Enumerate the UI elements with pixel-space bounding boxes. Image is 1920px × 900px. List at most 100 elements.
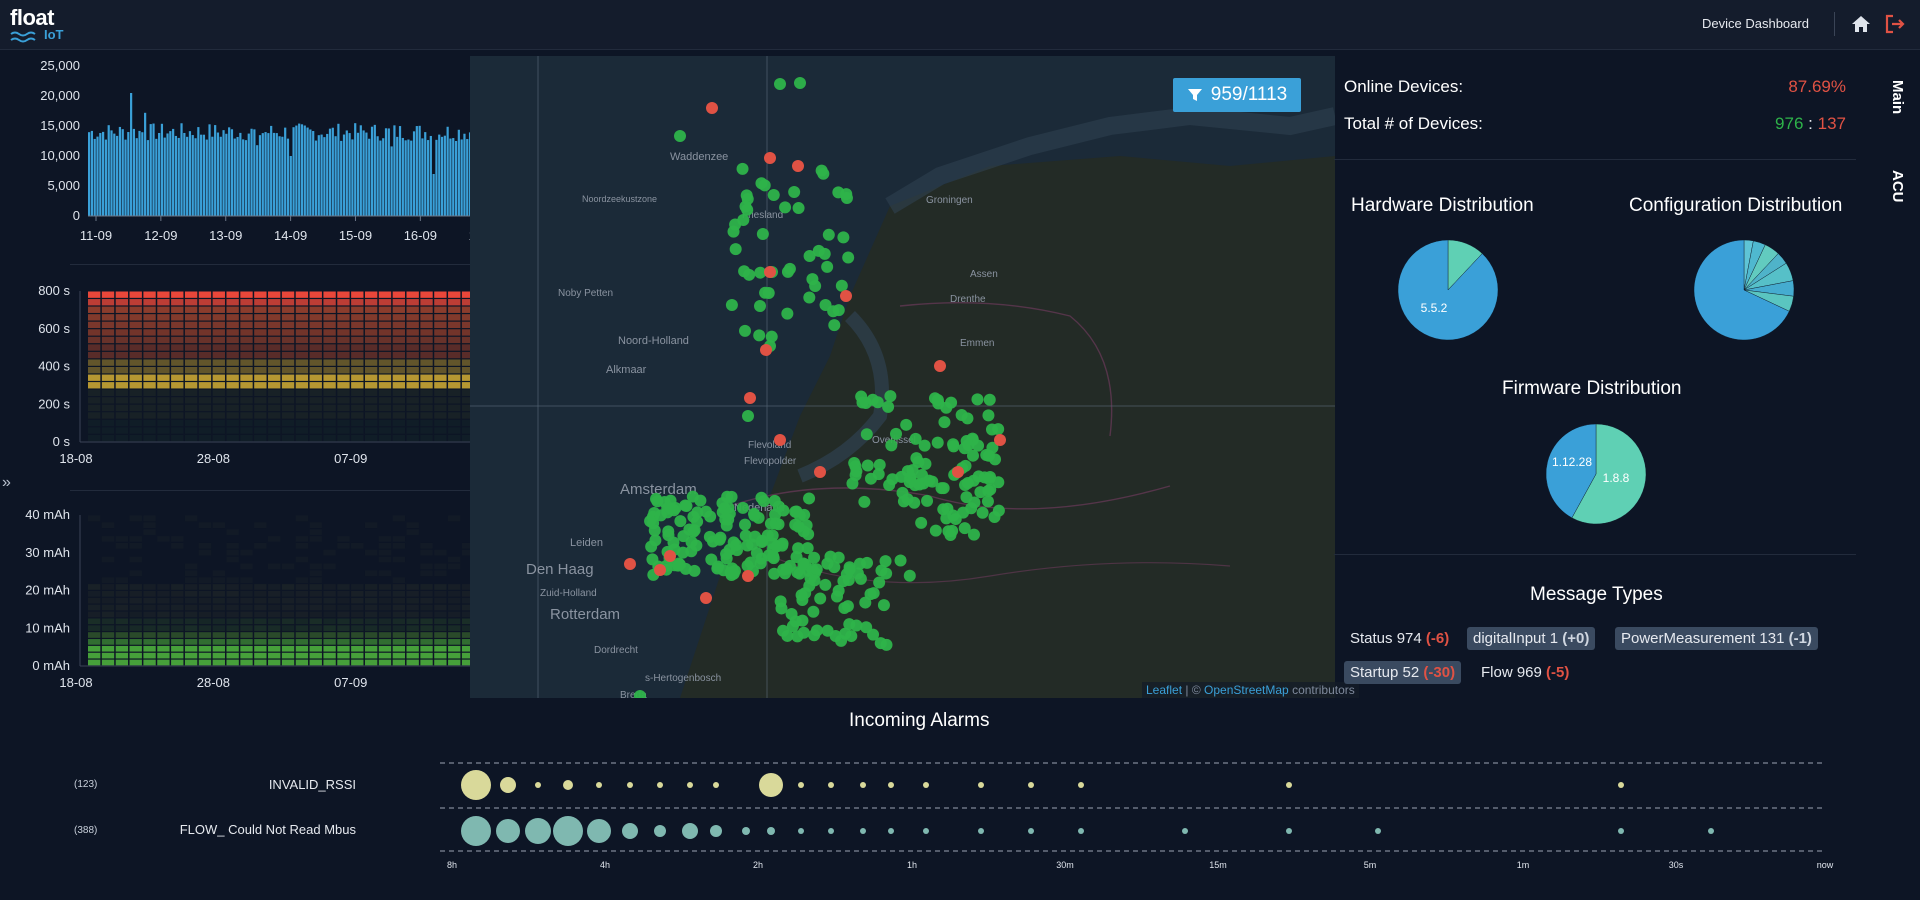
heatmap-cell: [364, 639, 378, 645]
device-marker-online: [781, 629, 794, 642]
heatmap-cell: [115, 419, 129, 427]
device-filter-button[interactable]: 959/1113: [1173, 78, 1301, 112]
alarm-x-tick-label: 1m: [1517, 860, 1530, 870]
map-place-label: Groningen: [926, 195, 973, 206]
message-type-chip[interactable]: digitalInput 1 (+0): [1467, 627, 1596, 650]
heatmap-cell: [351, 611, 364, 618]
alarm-x-tick-label: 30m: [1056, 860, 1074, 870]
heatmap-cell: [295, 419, 309, 427]
tab-main[interactable]: Main: [1882, 80, 1906, 114]
heatmap-cell: [240, 397, 253, 404]
device-marker-online: [729, 243, 742, 256]
expand-sidebar-icon[interactable]: »: [2, 474, 18, 494]
tab-acu[interactable]: ACU: [1882, 170, 1906, 203]
heatmap-cell: [115, 536, 129, 542]
device-marker-online: [736, 501, 749, 514]
heatmap-cell: [254, 611, 267, 618]
chart-bar: [415, 126, 418, 216]
heatmap-cell: [309, 359, 322, 366]
heatmap-cell: [143, 625, 156, 631]
device-marker-offline: [814, 466, 826, 478]
heatmap-cell: [420, 549, 433, 556]
heatmap-cell: [281, 611, 295, 618]
heatmap-cell: [420, 314, 433, 321]
heatmap-cell: [240, 577, 253, 583]
heatmap-cell: [254, 645, 267, 652]
chart-bar: [205, 139, 208, 216]
chart-bar: [326, 133, 329, 216]
heatmap-cell: [295, 344, 309, 351]
message-type-chip[interactable]: Flow 969 (-5): [1475, 661, 1575, 684]
y-tick-label: 0 mAh: [32, 658, 70, 673]
chart-bar: [429, 135, 432, 216]
heatmap-cell: [268, 367, 281, 374]
device-marker-online: [815, 164, 828, 177]
heatmap-cell: [309, 577, 322, 583]
heatmap-cell: [212, 597, 225, 604]
heatmap-cell: [198, 412, 212, 419]
float-iot-logo[interactable]: float IoT: [10, 5, 70, 45]
heatmap-cell: [420, 570, 433, 577]
heatmap-cell: [254, 351, 267, 359]
heatmap-cell: [281, 645, 295, 652]
heatmap-cell: [184, 604, 198, 611]
heatmap-cell: [351, 427, 364, 434]
device-marker-online: [808, 574, 821, 587]
device-marker-online: [783, 262, 796, 275]
logout-icon[interactable]: [1884, 13, 1906, 35]
heatmap-cell: [212, 611, 225, 618]
heatmap-cell: [129, 591, 142, 597]
configuration-distribution-pie[interactable]: [1692, 238, 1796, 342]
heatmap-cell: [337, 306, 350, 313]
heatmap-cell: [157, 374, 170, 381]
leaflet-link[interactable]: Leaflet: [1146, 683, 1182, 697]
heatmap-cell: [212, 625, 225, 631]
heatmap-cell: [406, 291, 419, 298]
heatmap-cell: [254, 632, 267, 638]
chart-bar: [90, 130, 94, 216]
alarm-event-dot: [622, 823, 638, 839]
alarm-name[interactable]: INVALID_RSSI: [100, 777, 356, 792]
heatmap-cell: [184, 359, 198, 366]
configuration-distribution-title: Configuration Distribution: [1629, 195, 1843, 216]
heatmap-cell: [184, 515, 198, 522]
heatmap-cell: [226, 397, 239, 404]
heatmap-cell: [281, 306, 295, 313]
firmware-distribution-pie[interactable]: 1.8.8 1.12.28: [1544, 422, 1648, 526]
message-type-chip[interactable]: Startup 52 (-30): [1344, 661, 1462, 684]
heatmap-cell: [434, 434, 447, 442]
heatmap-cell: [212, 604, 225, 611]
chart-bar: [449, 138, 452, 216]
osm-link[interactable]: OpenStreetMap: [1204, 683, 1289, 697]
heatmap-cell: [323, 359, 336, 366]
message-type-chip[interactable]: PowerMeasurement 131 (-1): [1615, 627, 1818, 650]
heatmap-cell: [434, 639, 447, 645]
device-marker-online: [839, 627, 852, 640]
heatmap-cell: [198, 597, 212, 604]
home-icon[interactable]: [1850, 13, 1872, 35]
heatmap-cell: [309, 419, 322, 427]
heatmap-cell: [351, 542, 364, 549]
chart-bar: [239, 132, 242, 216]
alarm-name[interactable]: FLOW_ Could Not Read Mbus: [100, 822, 356, 837]
hardware-distribution-pie[interactable]: 5.5.2: [1396, 238, 1500, 342]
heatmap-cell: [101, 314, 115, 321]
heatmap-cell: [323, 321, 336, 329]
heatmap-cell: [378, 412, 392, 419]
heatmap-cell: [392, 374, 406, 381]
page-title[interactable]: Device Dashboard: [1702, 16, 1809, 31]
heatmap-cell: [448, 404, 461, 412]
heatmap-cell: [268, 397, 281, 404]
heatmap-cell: [226, 321, 239, 329]
heatmap-cell: [184, 367, 198, 374]
device-map[interactable]: Waddenzee Noordzeekustzone Noby Petten Noor…: [470, 56, 1335, 698]
heatmap-cell: [378, 359, 392, 366]
heatmap-cell: [268, 299, 281, 306]
heatmap-cell: [240, 382, 253, 389]
heatmap-cell: [406, 604, 419, 611]
chart-bar: [250, 128, 253, 216]
heatmap-cell: [420, 659, 433, 666]
heatmap-cell: [184, 291, 198, 298]
heatmap-cell: [392, 515, 406, 522]
message-type-chip[interactable]: Status 974 (-6): [1344, 627, 1455, 650]
